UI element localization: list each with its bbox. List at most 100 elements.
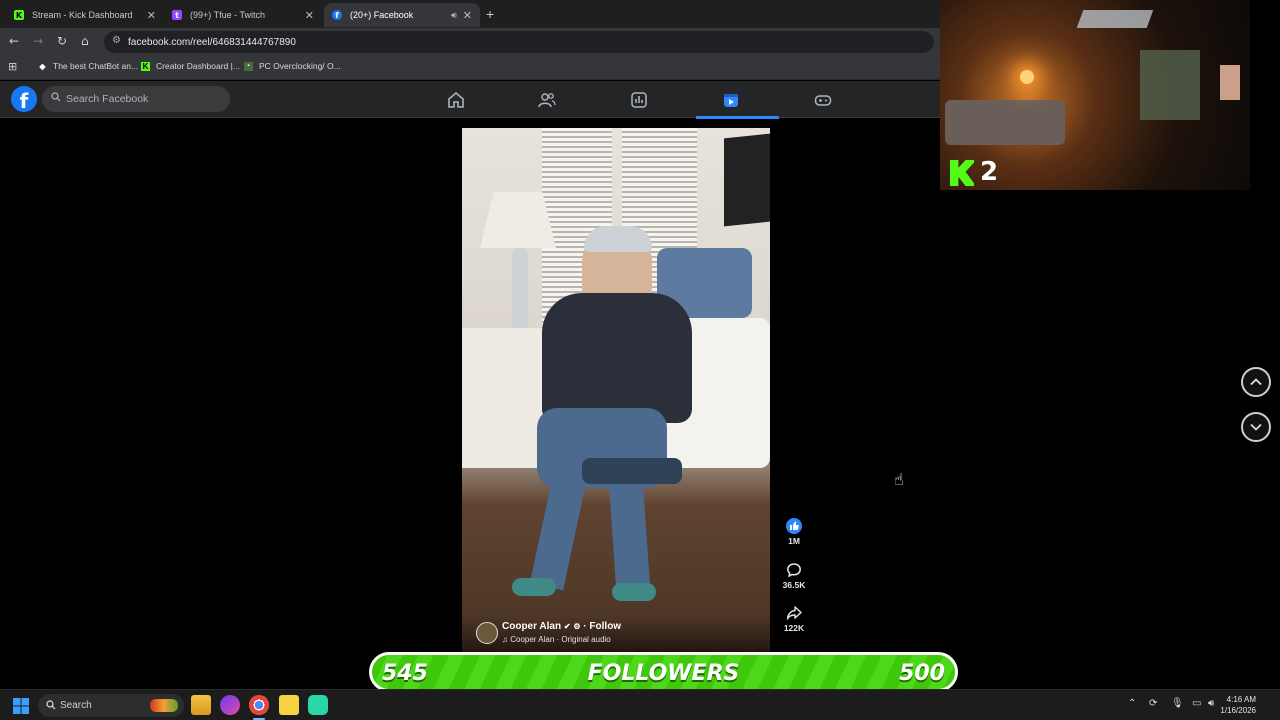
chevron-down-icon [1250, 423, 1262, 431]
speaker-icon[interactable]: 🔊︎ [451, 10, 457, 21]
clock[interactable]: 4:16 AM 1/16/2026 [1220, 694, 1256, 716]
site-icon: ▪ [244, 61, 253, 71]
dashboard-icon [631, 91, 647, 108]
bed [945, 100, 1065, 145]
site-info-icon[interactable]: ⚙︎ [112, 35, 121, 46]
tab-kick-dashboard[interactable]: K Stream - Kick Dashboard ✕ [6, 3, 164, 27]
network-icon[interactable]: ▭ [1192, 698, 1201, 709]
comment-button[interactable]: 36.5K [780, 562, 808, 590]
file-explorer-icon[interactable] [191, 695, 211, 715]
settings-icon: ⚙︎ [573, 622, 581, 631]
person-shoe [612, 583, 656, 601]
streaming-app-icon[interactable] [308, 695, 328, 715]
apps-grid-icon[interactable]: ⊞ [8, 60, 17, 73]
time-text: 4:16 AM [1226, 695, 1256, 704]
chevron-up-icon [1250, 378, 1262, 386]
home-icon [448, 91, 464, 108]
comment-icon [787, 563, 801, 578]
previous-reel-button[interactable] [1241, 367, 1271, 397]
facebook-logo[interactable]: f [11, 86, 37, 113]
close-tab-icon[interactable]: ✕ [305, 9, 314, 22]
home-icon[interactable]: ⌂ [81, 34, 89, 48]
tab-facebook[interactable]: f (20+) Facebook 🔊︎ ✕ [324, 3, 480, 27]
share-icon [786, 606, 802, 620]
windows-start-icon[interactable] [13, 698, 29, 714]
follower-goal-bar: 545 FOLLOWERS 500 [369, 652, 958, 692]
kick-icon: K [141, 61, 150, 71]
avatar[interactable] [476, 622, 498, 644]
reels-icon [724, 93, 738, 107]
tab-title: (99+) Tfue - Twitch [190, 10, 265, 20]
new-tab-button[interactable]: + [486, 6, 494, 22]
reload-icon[interactable]: ↻ [57, 34, 67, 48]
facebook-icon: f [332, 10, 342, 20]
search-input[interactable]: Search Facebook [42, 86, 230, 112]
share-button[interactable]: 122K [780, 605, 808, 633]
taskbar: Search ⌃ ⟳ 🎙︎ ▭ 🔊︎ 4:16 AM 1/16/2026 [0, 689, 1280, 720]
like-icon [786, 518, 802, 534]
comment-count: 36.5K [782, 580, 806, 590]
twitch-icon: t [172, 10, 182, 20]
like-button[interactable]: 1M [780, 518, 808, 546]
sync-icon[interactable]: ⟳ [1149, 698, 1157, 709]
person-cap [584, 226, 652, 252]
forward-icon[interactable]: → [33, 34, 43, 48]
close-tab-icon[interactable]: ✕ [147, 9, 156, 22]
share-count: 122K [783, 623, 805, 633]
tab-title: (20+) Facebook [350, 10, 414, 20]
audio-label[interactable]: Cooper Alan · Original audio [510, 635, 611, 644]
person-jacket [542, 293, 692, 423]
gaming-icon [814, 94, 832, 106]
next-reel-button[interactable] [1241, 412, 1271, 442]
lamp-glow [1020, 70, 1034, 84]
facebook-header: f Search Facebook [0, 81, 940, 119]
app-icon[interactable] [220, 695, 240, 715]
nav-friends[interactable] [512, 81, 582, 118]
friends-icon [538, 92, 556, 107]
verified-icon: ✔︎ [563, 622, 571, 631]
follow-button[interactable]: Follow [589, 621, 621, 632]
desktop: K Stream - Kick Dashboard ✕ t (99+) Tfue… [0, 0, 1280, 720]
back-icon[interactable]: ← [9, 34, 19, 48]
chrome-icon[interactable] [249, 695, 269, 715]
chevron-up-icon[interactable]: ⌃ [1128, 698, 1136, 709]
office-chair [582, 458, 682, 484]
search-icon [46, 700, 56, 710]
nav-gaming[interactable] [788, 81, 858, 118]
wall-tv [724, 133, 770, 227]
music-note-icon: ♫ [502, 635, 508, 644]
nav-dashboard[interactable] [604, 81, 674, 118]
sticky-notes-icon[interactable] [279, 695, 299, 715]
taskbar-search[interactable]: Search [38, 694, 184, 717]
date-text: 1/16/2026 [1220, 706, 1256, 715]
room-window [1140, 50, 1200, 120]
chatbot-icon: ◆ [39, 61, 46, 71]
bookmark-creator-dashboard[interactable]: K Creator Dashboard |... [141, 61, 240, 71]
volume-icon[interactable]: 🔊︎ [1208, 698, 1214, 709]
tab-twitch[interactable]: t (99+) Tfue - Twitch ✕ [164, 3, 322, 27]
owner-name[interactable]: Cooper Alan [502, 621, 561, 632]
nav-home[interactable] [421, 81, 491, 118]
tab-title: Stream - Kick Dashboard [32, 10, 133, 20]
skylight [1076, 10, 1154, 28]
like-count: 1M [788, 536, 800, 546]
person-shoe [512, 578, 556, 596]
room-screen [1220, 65, 1240, 100]
kick-icon: K [14, 10, 24, 20]
goal-target: 500 [899, 661, 945, 686]
bookmark-chatbot[interactable]: ◆ The best ChatBot an... [38, 61, 138, 71]
browser-toolbar: ← → ↻ ⌂ ⚙︎ facebook.com/reel/64683144476… [0, 28, 940, 55]
url-text: facebook.com/reel/646831444767890 [128, 36, 296, 48]
reel-video[interactable]: Cooper Alan ✔︎ ⚙︎ · Follow ♫ Cooper Alan… [462, 128, 770, 652]
bookmarks-bar: ⊞ ◆ The best ChatBot an... K Creator Das… [0, 55, 940, 80]
bookmark-pc-overclocking[interactable]: ▪ PC Overclocking/ O... [244, 61, 341, 71]
search-highlight-icon [150, 699, 178, 712]
address-bar[interactable]: ⚙︎ facebook.com/reel/646831444767890 [104, 31, 934, 53]
nav-reels[interactable] [696, 81, 779, 119]
search-icon [51, 92, 61, 102]
microphone-icon[interactable]: 🎙︎ [1171, 698, 1184, 709]
browser-tab-strip: K Stream - Kick Dashboard ✕ t (99+) Tfue… [0, 0, 940, 28]
lamp-base [512, 248, 528, 338]
close-tab-icon[interactable]: ✕ [463, 9, 472, 22]
reel-owner-bar: Cooper Alan ✔︎ ⚙︎ · Follow ♫ Cooper Alan… [462, 616, 770, 652]
